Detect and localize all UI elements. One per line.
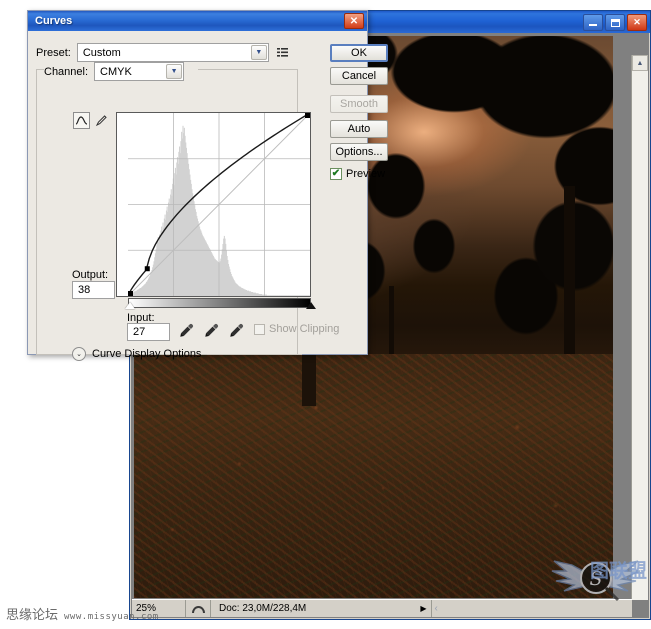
curve-graph[interactable] bbox=[128, 113, 310, 296]
maximize-button[interactable] bbox=[605, 14, 625, 31]
list-icon bbox=[276, 48, 288, 57]
status-expand-icon[interactable]: ▶ bbox=[417, 604, 431, 613]
curves-dialog-body: Preset: Custom ▼ Channel: CMYK ▼ Output:… bbox=[28, 31, 388, 361]
smooth-button: Smooth bbox=[330, 95, 388, 113]
eyedropper-icon bbox=[205, 323, 219, 337]
channel-dropdown[interactable]: CMYK ▼ bbox=[94, 62, 185, 81]
forum-name-text: 思缘论坛 bbox=[6, 608, 59, 623]
tree-trunk-3 bbox=[564, 186, 575, 366]
screenshot-root: ask/8) ✕ ▲ bbox=[0, 0, 651, 629]
options-button[interactable]: Options... bbox=[330, 143, 388, 161]
curve-display-options-row[interactable]: ⌄ Curve Display Options bbox=[72, 347, 302, 361]
pencil-tool-icon[interactable] bbox=[93, 112, 110, 129]
gray-point-eyedropper-icon[interactable] bbox=[203, 322, 220, 339]
preview-checkbox[interactable]: ✔ bbox=[330, 168, 342, 180]
window-thumbnail-icon[interactable] bbox=[186, 600, 211, 617]
preset-menu-icon[interactable] bbox=[275, 45, 291, 61]
logo-chinese-text: 图联盟 bbox=[590, 560, 648, 582]
curve-display-options-label: Curve Display Options bbox=[92, 348, 202, 360]
black-point-eyedropper-icon[interactable] bbox=[178, 322, 195, 339]
channel-value: CMYK bbox=[100, 65, 132, 78]
preview-label: Preview bbox=[346, 168, 386, 180]
ok-button[interactable]: OK bbox=[330, 44, 388, 62]
chevron-down-icon[interactable]: ▼ bbox=[250, 45, 267, 60]
status-overflow-area: ‹ bbox=[430, 600, 633, 617]
cancel-button[interactable]: Cancel bbox=[330, 67, 388, 85]
output-input[interactable]: 38 bbox=[72, 281, 115, 299]
curve-icon bbox=[75, 116, 88, 125]
white-point-eyedropper-icon[interactable] bbox=[228, 322, 245, 339]
curves-title-text: Curves bbox=[35, 15, 73, 27]
curves-dialog: Curves ✕ Preset: Custom ▼ Channel: CMYK … bbox=[27, 10, 388, 361]
close-icon[interactable]: ✕ bbox=[627, 14, 647, 31]
curve-endpoint-black bbox=[128, 291, 133, 296]
preset-dropdown[interactable]: Custom ▼ bbox=[76, 43, 269, 62]
group-line-right bbox=[198, 69, 298, 70]
output-label: Output: bbox=[72, 269, 109, 281]
curve-endpoint-white bbox=[305, 113, 310, 118]
curve-plot-svg bbox=[128, 113, 310, 296]
white-point-slider[interactable] bbox=[125, 302, 135, 309]
separator-line bbox=[207, 353, 302, 355]
chevron-down-icon[interactable]: ▼ bbox=[166, 64, 183, 79]
eyedropper-icon bbox=[180, 323, 194, 337]
pencil-icon bbox=[95, 115, 107, 127]
channel-row: Channel: CMYK ▼ bbox=[44, 62, 189, 81]
doc-size-text: Doc: 23,0M/228,4M bbox=[219, 603, 307, 614]
scroll-up-icon[interactable]: ▲ bbox=[632, 55, 648, 71]
window-controls: ✕ bbox=[583, 14, 647, 31]
show-clipping-row[interactable]: Show Clipping bbox=[254, 323, 339, 335]
auto-button[interactable]: Auto bbox=[330, 120, 388, 138]
preset-label: Preset: bbox=[36, 46, 71, 59]
eyedropper-icon bbox=[230, 323, 244, 337]
curve-control-point bbox=[144, 266, 150, 272]
preview-row[interactable]: ✔ Preview bbox=[330, 168, 385, 180]
chevron-down-icon[interactable]: ⌄ bbox=[72, 347, 86, 361]
input-gradient-bar bbox=[128, 298, 311, 308]
curve-tool-group bbox=[73, 112, 110, 129]
input-input[interactable]: 27 bbox=[127, 323, 170, 341]
eyedropper-group bbox=[178, 322, 245, 339]
show-clipping-checkbox[interactable] bbox=[254, 323, 265, 335]
document-status-bar: 25% Doc: 23,0M/228,4M ▶ ‹ bbox=[132, 599, 632, 617]
curve-tool-icon[interactable] bbox=[73, 112, 90, 129]
forum-url-text: www.missyuan.com bbox=[64, 612, 159, 622]
curves-title-bar[interactable]: Curves ✕ bbox=[28, 11, 367, 31]
leaf-covered-ground bbox=[134, 354, 613, 598]
show-clipping-label: Show Clipping bbox=[269, 323, 340, 335]
black-point-slider[interactable] bbox=[306, 302, 316, 309]
vertical-scrollbar[interactable]: ▲ bbox=[631, 55, 648, 600]
forum-watermark: 思缘论坛 www.missyuan.com bbox=[6, 604, 159, 623]
preset-row: Preset: Custom ▼ bbox=[36, 43, 298, 62]
minimize-button[interactable] bbox=[583, 14, 603, 31]
curves-close-icon[interactable]: ✕ bbox=[344, 13, 364, 29]
channel-label: Channel: bbox=[44, 65, 89, 78]
preset-value: Custom bbox=[82, 46, 121, 59]
arc-icon bbox=[191, 606, 205, 614]
